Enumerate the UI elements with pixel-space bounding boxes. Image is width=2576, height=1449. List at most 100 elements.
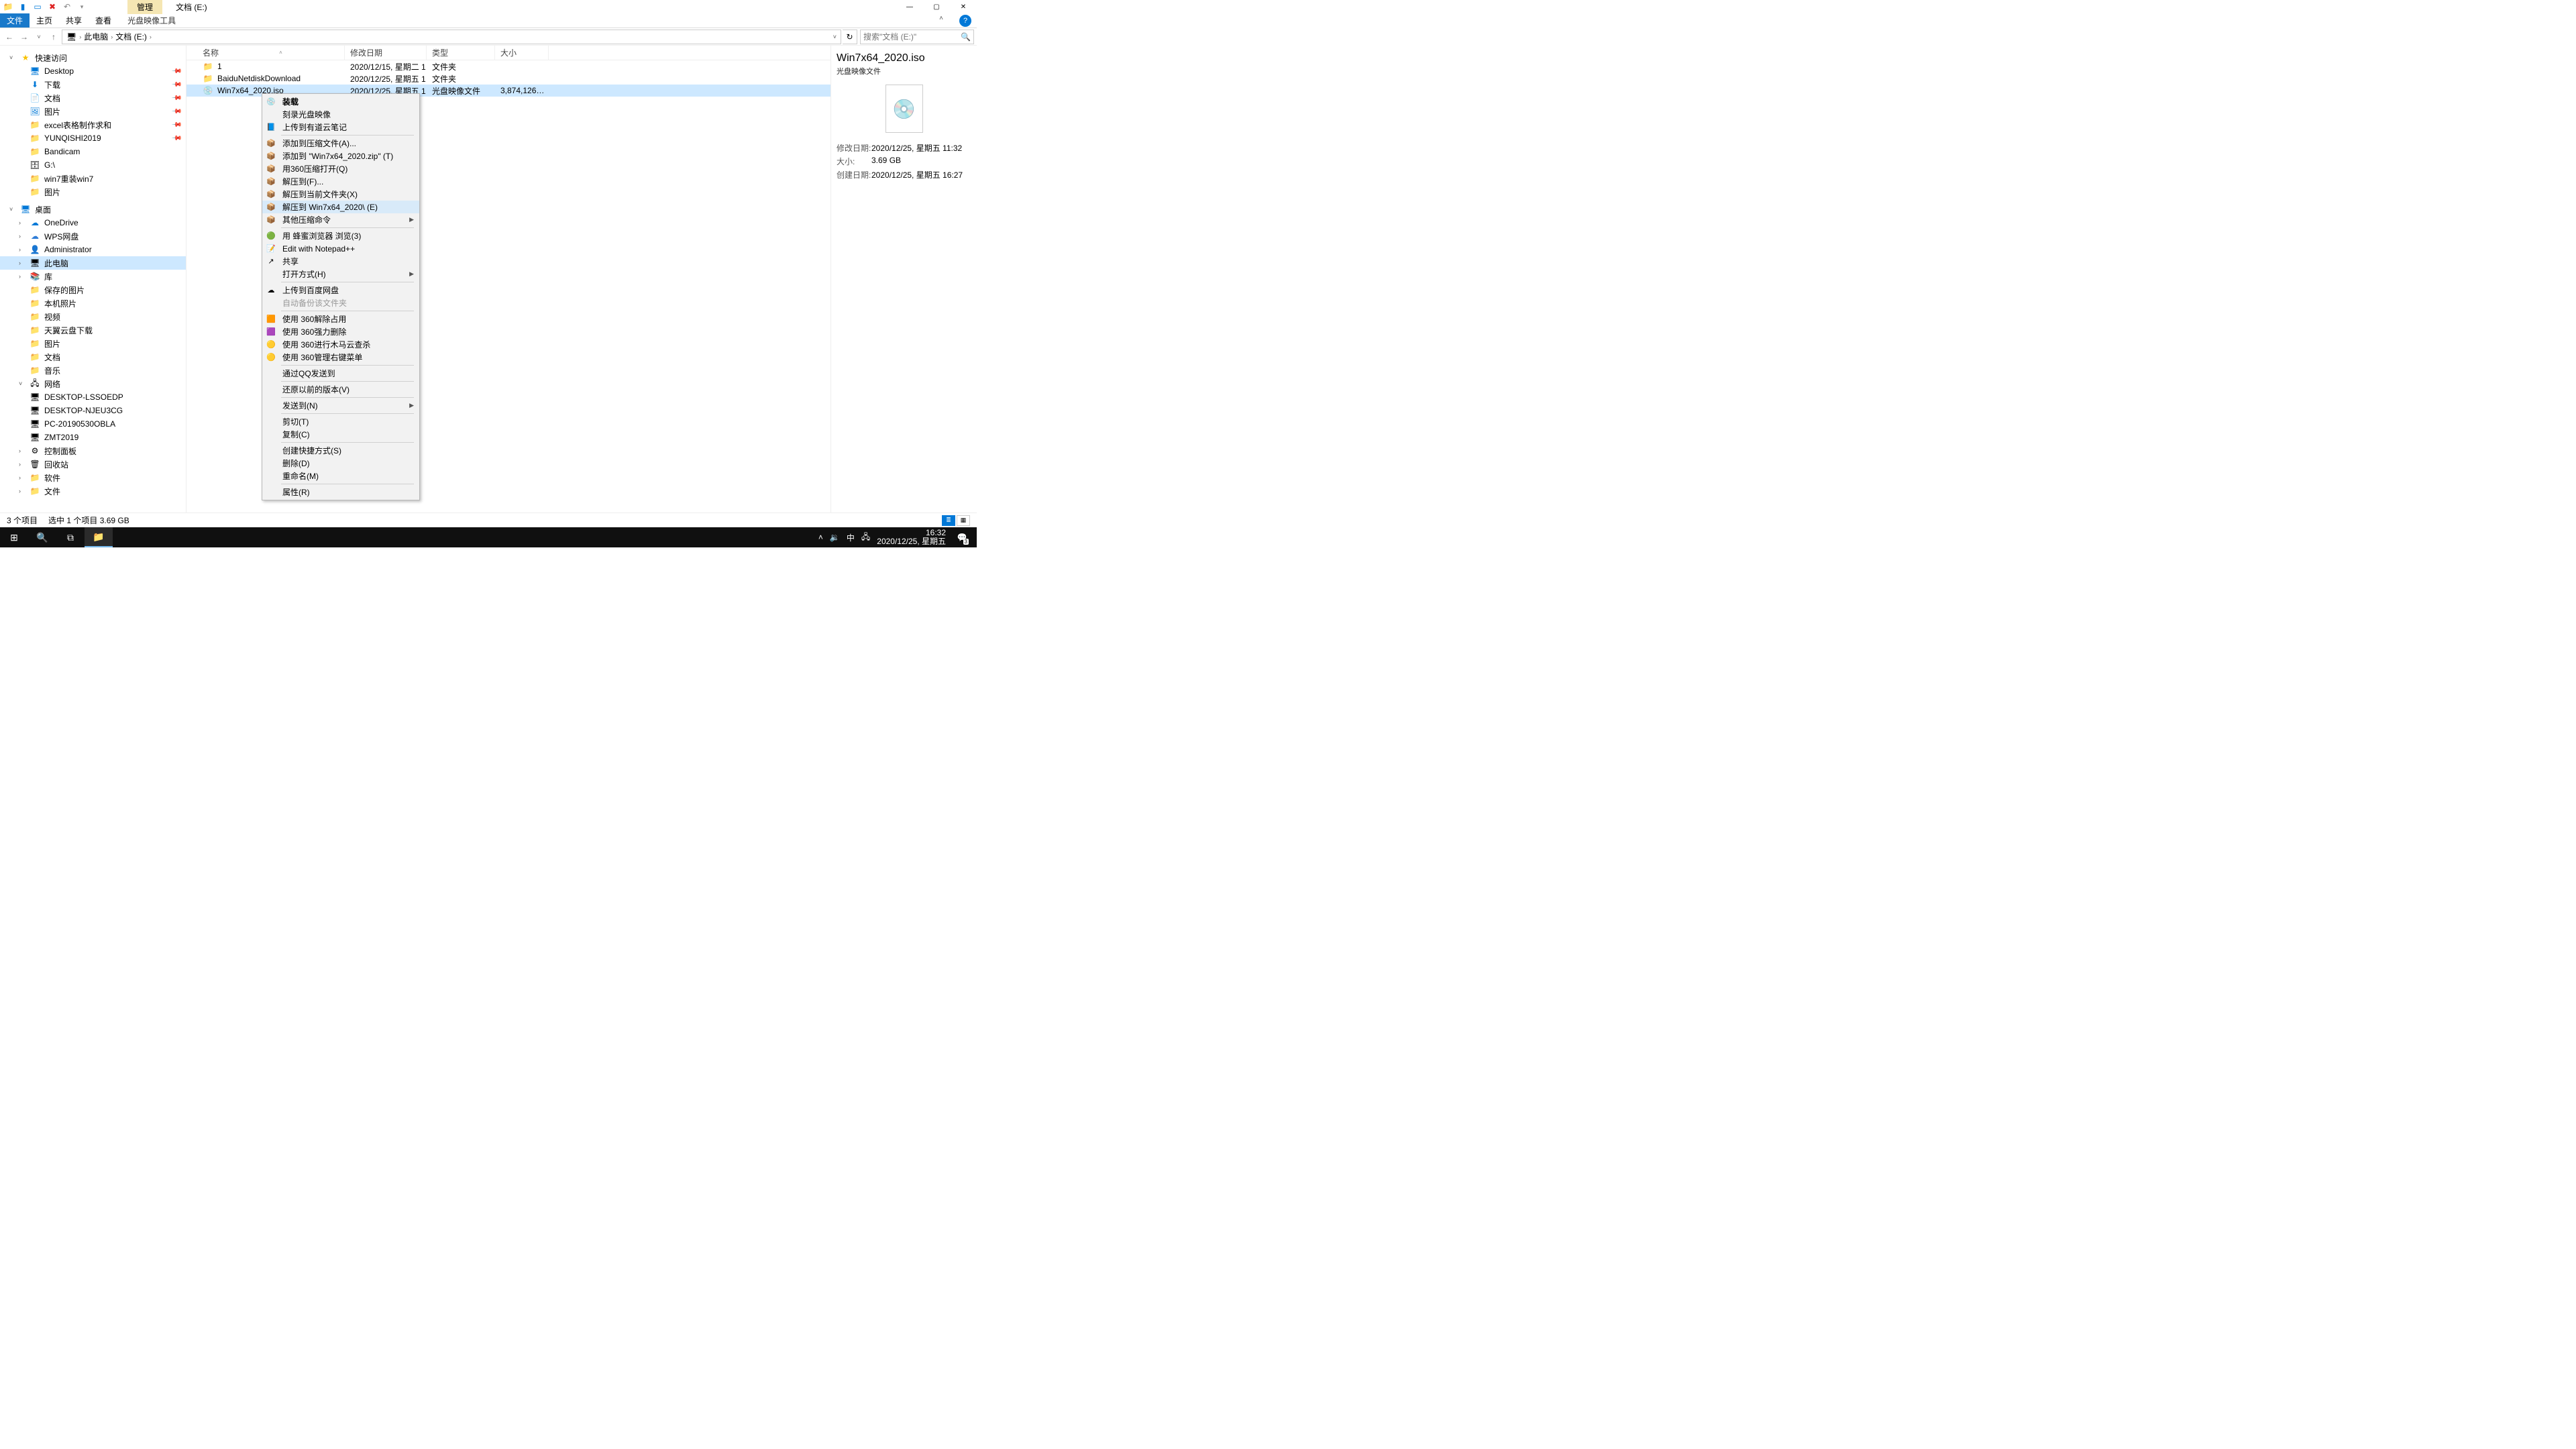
volume-icon[interactable]: 🔉 [830,533,840,542]
tree-node[interactable]: ›YUNQISHI2019📌 [0,131,186,145]
search-box[interactable]: 🔍 [860,30,974,44]
taskbar-clock[interactable]: 16:32 2020/12/25, 星期五 [877,529,946,546]
close-button[interactable]: ✕ [950,0,977,13]
tree-node[interactable]: ›控制面板 [0,444,186,458]
qat-more-icon[interactable]: ▾ [76,1,87,12]
menu-item[interactable]: 🟡使用 360进行木马云查杀 [262,338,419,351]
col-name[interactable]: 名称˄ [197,46,345,60]
undo-icon[interactable]: ↶ [62,1,72,12]
tree-node[interactable]: ›G:\ [0,158,186,172]
tree-node[interactable]: ›ZMT2019 [0,431,186,444]
menu-item[interactable]: 创建快捷方式(S) [262,444,419,457]
tree-node[interactable]: ›图片 [0,337,186,350]
crumb-root[interactable]: 此电脑 [84,31,108,42]
menu-item[interactable]: 📦添加到 "Win7x64_2020.zip" (T) [262,150,419,162]
tree-node[interactable]: ›win7重装win7 [0,172,186,185]
save-icon[interactable]: ▮ [17,1,28,12]
view-details-button[interactable]: ≣ [942,515,955,526]
tree-node[interactable]: ›Bandicam [0,145,186,158]
menu-item[interactable]: 通过QQ发送到 [262,367,419,380]
ribbon-collapse-icon[interactable]: ˄ [939,15,943,22]
col-type[interactable]: 类型 [427,46,495,60]
tree-node[interactable]: ›此电脑 [0,256,186,270]
menu-item[interactable]: ☁上传到百度网盘 [262,284,419,297]
tree-node[interactable]: ›图片📌 [0,105,186,118]
menu-item[interactable]: 📦添加到压缩文件(A)... [262,137,419,150]
menu-item[interactable]: 重命名(M) [262,470,419,482]
tree-node[interactable]: ›Desktop📌 [0,64,186,78]
menu-item[interactable]: 打开方式(H)▶ [262,268,419,280]
tree-node[interactable]: ›图片 [0,185,186,199]
nav-up-button[interactable]: ↑ [47,30,60,44]
tree-node[interactable]: ˅快速访问 [0,51,186,64]
menu-item[interactable]: 属性(R) [262,486,419,498]
menu-item[interactable]: 🟧使用 360解除占用 [262,313,419,325]
file-row[interactable]: 📁BaiduNetdiskDownload2020/12/25, 星期五 1…文… [186,72,830,85]
action-center-button[interactable]: 💬3 [953,527,971,547]
chevron-right-icon[interactable]: › [111,34,113,40]
tree-node[interactable]: ›文件 [0,484,186,498]
task-view-button[interactable]: ⧉ [56,527,85,547]
menu-item[interactable]: 复制(C) [262,428,419,441]
tree-node[interactable]: ›DESKTOP-LSSOEDP [0,390,186,404]
menu-item[interactable]: 刻录光盘映像 [262,108,419,121]
network-icon[interactable]: 🖧 [861,531,870,545]
start-button[interactable]: ⊞ [0,527,28,547]
tree-node[interactable]: ›WPS网盘 [0,229,186,243]
menu-item[interactable]: ↗共享 [262,255,419,268]
tab-disc-tools[interactable]: 光盘映像工具 [121,13,182,28]
menu-item[interactable]: 剪切(T) [262,415,419,428]
tree-node[interactable]: ›保存的图片 [0,283,186,297]
tree-node[interactable]: ›文档 [0,350,186,364]
help-button[interactable]: ? [959,15,971,27]
ime-indicator[interactable]: 中 [847,532,855,543]
view-large-button[interactable]: ▦ [957,515,970,526]
tray-overflow-icon[interactable]: ˄ [818,533,823,542]
nav-tree[interactable]: ˅快速访问›Desktop📌›下载📌›文档📌›图片📌›excel表格制作求和📌›… [0,46,186,513]
taskbar-explorer[interactable]: 📁 [85,527,113,547]
tree-node[interactable]: ›excel表格制作求和📌 [0,118,186,131]
taskbar-search-button[interactable]: 🔍 [28,527,56,547]
tree-node[interactable]: ›PC-20190530OBLA [0,417,186,431]
menu-item[interactable]: 🟡使用 360管理右键菜单 [262,351,419,364]
menu-item[interactable]: 删除(D) [262,457,419,470]
chevron-right-icon[interactable]: › [79,34,81,40]
tree-node[interactable]: ˅桌面 [0,203,186,216]
tree-node[interactable]: ›天翼云盘下载 [0,323,186,337]
tree-node[interactable]: ›视频 [0,310,186,323]
tree-node[interactable]: ›本机照片 [0,297,186,310]
nav-forward-button[interactable]: → [17,30,31,44]
tab-home[interactable]: 主页 [30,13,59,28]
menu-item[interactable]: 📦其他压缩命令▶ [262,213,419,226]
menu-item[interactable]: 还原以前的版本(V) [262,383,419,396]
tree-node[interactable]: ›库 [0,270,186,283]
menu-item[interactable]: 📘上传到有道云笔记 [262,121,419,133]
menu-item[interactable]: 📦解压到当前文件夹(X) [262,188,419,201]
maximize-button[interactable]: ▢ [923,0,950,13]
nav-back-button[interactable]: ← [3,30,16,44]
minimize-button[interactable]: — [896,0,923,13]
menu-item[interactable]: 📦解压到 Win7x64_2020\ (E) [262,201,419,213]
col-date[interactable]: 修改日期 [345,46,427,60]
refresh-button[interactable]: ↻ [843,30,857,44]
crumb-dropdown-icon[interactable]: ˅ [833,34,837,40]
delete-icon[interactable]: ✖ [47,1,58,12]
selectall-icon[interactable]: ▭ [32,1,43,12]
col-size[interactable]: 大小 [495,46,549,60]
chevron-right-icon[interactable]: › [150,34,152,40]
menu-item[interactable]: 💿装载 [262,95,419,108]
menu-item[interactable]: 📦用360压缩打开(Q) [262,162,419,175]
tree-node[interactable]: ›音乐 [0,364,186,377]
tree-node[interactable]: ›OneDrive [0,216,186,229]
menu-item[interactable]: 发送到(N)▶ [262,399,419,412]
tree-node[interactable]: ›回收站 [0,458,186,471]
breadcrumb[interactable]: › 此电脑 › 文档 (E:) › ˅ [62,30,841,44]
search-input[interactable] [863,32,961,42]
tree-node[interactable]: ›下载📌 [0,78,186,91]
menu-item[interactable]: 🟢用 蜂蜜浏览器 浏览(3) [262,229,419,242]
menu-item[interactable]: 📝Edit with Notepad++ [262,242,419,255]
menu-item[interactable]: 🟪使用 360强力删除 [262,325,419,338]
tab-share[interactable]: 共享 [59,13,89,28]
tab-view[interactable]: 查看 [89,13,118,28]
crumb-folder[interactable]: 文档 (E:) [115,31,147,42]
